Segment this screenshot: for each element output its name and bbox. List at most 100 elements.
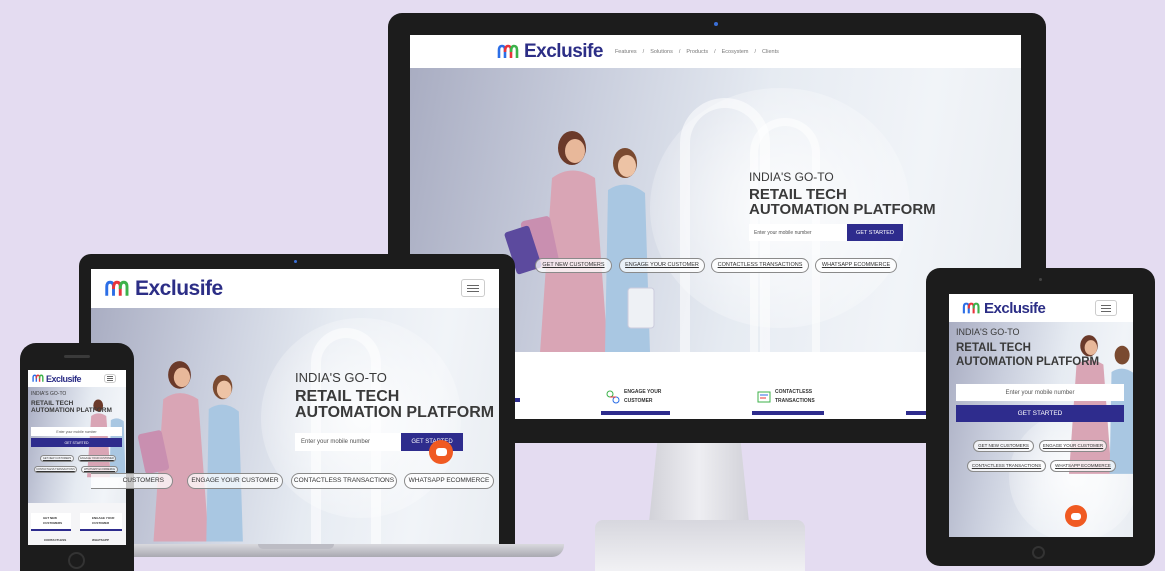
laptop-hero-text: INDIA'S GO-TO RETAIL TECH AUTOMATION PLA… (295, 370, 494, 422)
pill-get-new-customers[interactable]: GET NEW CUSTOMERS (973, 440, 1034, 452)
logo-mark-icon (32, 374, 44, 382)
phone: Exclusife INDIA'S GO-TO RETAIL TECH AUTO… (20, 343, 134, 571)
home-button-icon[interactable] (68, 552, 85, 569)
hero-heading-2: AUTOMATION PLATFORM (749, 201, 936, 219)
engage-icon (606, 390, 620, 403)
tablet-hero-text: INDIA'S GO-TO RETAIL TECH AUTOMATION PLA… (956, 327, 1099, 368)
camera-dot-icon (714, 22, 718, 26)
pill-engage-customer[interactable]: ENGAGE YOUR CUSTOMER (187, 473, 283, 489)
card-label: ENGAGE YOUR (624, 388, 662, 395)
chat-bubble-icon[interactable] (429, 440, 453, 464)
pill-whatsapp[interactable]: WHATSAPP ECOMMERCE (815, 258, 897, 273)
hero-heading-2: AUTOMATION PLATFORM (295, 404, 495, 422)
logo-mark-icon (497, 44, 519, 58)
hero-heading-2: AUTOMATION PLATFORM (956, 355, 1100, 368)
phone-feature-cards: GET NEW CUSTOMERS ENGAGE YOUR CUSTOMER CON… (28, 503, 126, 545)
hamburger-menu-icon[interactable] (104, 374, 116, 383)
tablet-navbar: Exclusife (949, 294, 1133, 322)
card-label: CUSTOMER (624, 397, 653, 404)
pill-engage-customer[interactable]: ENGAGE YOUR CUSTOMER (1039, 440, 1107, 452)
pill-get-new-customers[interactable]: CUSTOMERS (91, 473, 173, 489)
brand-name: Exclusife (46, 373, 82, 384)
pill-engage-customer[interactable]: ENGAGE YOUR CUSTOMER (78, 455, 116, 462)
desktop-signup-form: Enter your mobile number GET STARTED (749, 224, 903, 241)
camera-dot-icon (294, 260, 297, 263)
card-label: CUSTOMER (92, 521, 110, 525)
hero-kicker: INDIA'S GO-TO (749, 170, 834, 184)
pill-get-new-customers[interactable]: GET NEW CUSTOMERS (40, 455, 74, 462)
nav-separator: / (714, 48, 716, 55)
hero-kicker: INDIA'S GO-TO (295, 370, 387, 385)
nav-separator: / (642, 48, 645, 55)
get-started-button[interactable]: GET STARTED (847, 224, 903, 241)
get-started-button[interactable]: GET STARTED (31, 438, 122, 447)
mobile-number-input[interactable]: Enter your mobile number (956, 384, 1124, 401)
phone-screen: Exclusife INDIA'S GO-TO RETAIL TECH AUTO… (28, 370, 126, 545)
phone-hero-text: INDIA'S GO-TO RETAIL TECH AUTOMATION PLA… (31, 391, 112, 414)
card-label: CUSTOMERS (43, 521, 63, 525)
brand-name: Exclusife (984, 299, 1046, 317)
pill-contactless[interactable]: CONTACTLESS TRANSACTIONS (291, 473, 397, 489)
card-get-new-customers[interactable]: GET NEW CUSTOMERS (31, 513, 71, 531)
hamburger-menu-icon[interactable] (1095, 300, 1117, 316)
brand-name: Exclusife (135, 276, 223, 300)
hero-shoppers-image (504, 131, 655, 352)
nav-separator: / (678, 48, 681, 55)
card-contactless[interactable]: CONTACTLESS TRANSACTIONS (752, 382, 824, 415)
mobile-number-input[interactable]: Enter your mobile number (295, 433, 401, 451)
hero-heading-1: RETAIL TECH (749, 186, 847, 203)
desktop-navbar: Exclusife Features / Solutions / Product… (410, 35, 1021, 68)
camera-dot-icon (1039, 278, 1042, 281)
get-started-button[interactable]: GET STARTED (956, 405, 1124, 422)
monitor-stand-base (595, 520, 805, 571)
laptop: Exclusife INDIA'S GO-TO RETAIL TECH AUTO… (79, 254, 515, 546)
card-label: TRANSACTIONS (775, 397, 815, 404)
chat-bubble-icon[interactable] (1065, 505, 1087, 527)
phone-speaker (64, 355, 90, 358)
nav-solutions[interactable]: Solutions (650, 49, 673, 55)
hamburger-menu-icon[interactable] (461, 279, 485, 297)
pill-whatsapp[interactable]: WHATSAPP ECOMMERCE (404, 473, 494, 489)
card-whatsapp-label: WHATSAPP (92, 538, 109, 542)
hero-heading-1: RETAIL TECH (295, 388, 400, 405)
pill-whatsapp[interactable]: WHATSAPP ECOMMERCE (1050, 460, 1116, 472)
brand-name: Exclusife (524, 40, 603, 62)
laptop-navbar: Exclusife (91, 269, 499, 308)
pill-get-new-customers[interactable]: GET NEW CUSTOMERS (535, 258, 612, 273)
mobile-number-input[interactable]: Enter your mobile number (749, 224, 847, 241)
brand-logo[interactable]: Exclusife (497, 41, 603, 63)
card-engage-customer[interactable]: ENGAGE YOUR CUSTOMER (601, 382, 670, 415)
hero-shoppers-image (137, 361, 243, 542)
nav-separator: / (754, 48, 757, 55)
card-label: CONTACTLESS (775, 388, 813, 395)
hero-heading-1: RETAIL TECH (956, 342, 1031, 354)
laptop-screen: Exclusife INDIA'S GO-TO RETAIL TECH AUTO… (91, 269, 499, 546)
laptop-hero: INDIA'S GO-TO RETAIL TECH AUTOMATION PLA… (91, 308, 499, 546)
mobile-number-input[interactable]: Enter your mobile number (31, 427, 122, 436)
home-button-icon[interactable] (1032, 546, 1045, 559)
hero-kicker: INDIA'S GO-TO (31, 391, 67, 397)
pill-engage-customer[interactable]: ENGAGE YOUR CUSTOMER (619, 258, 705, 273)
pill-contactless[interactable]: CONTACTLESS TRANSACTIONS (34, 466, 77, 473)
hero-kicker: INDIA'S GO-TO (956, 327, 1020, 337)
brand-logo[interactable]: Exclusife (104, 277, 223, 301)
tablet-screen: Exclusife INDIA'S GO-TO RETAIL TECH AUTO… (949, 294, 1133, 537)
nav-clients[interactable]: Clients (762, 49, 779, 55)
contactless-icon (757, 391, 771, 402)
monitor-stand-neck (648, 443, 750, 528)
nav-features[interactable]: Features (615, 49, 637, 55)
brand-logo[interactable]: Exclusife (32, 373, 82, 384)
nav-products[interactable]: Products (686, 49, 708, 55)
laptop-trackpad-notch (258, 544, 334, 549)
desktop-nav-links: Features / Solutions / Products / Ecosys… (615, 49, 779, 55)
nav-ecosystem[interactable]: Ecosystem (722, 49, 749, 55)
pill-whatsapp[interactable]: WHATSAPP ECOMMERCE (81, 466, 118, 473)
logo-mark-icon (105, 280, 129, 296)
tablet: Exclusife INDIA'S GO-TO RETAIL TECH AUTO… (926, 268, 1155, 566)
desktop-hero-text: INDIA'S GO-TO RETAIL TECH AUTOMATION PLA… (749, 170, 936, 218)
logo-mark-icon (962, 302, 980, 313)
pill-contactless[interactable]: CONTACTLESS TRANSACTIONS (711, 258, 809, 273)
brand-logo[interactable]: Exclusife (962, 299, 1046, 317)
card-engage-customer[interactable]: ENGAGE YOUR CUSTOMER (80, 513, 122, 531)
pill-contactless[interactable]: CONTACTLESS TRANSACTIONS (967, 460, 1046, 472)
